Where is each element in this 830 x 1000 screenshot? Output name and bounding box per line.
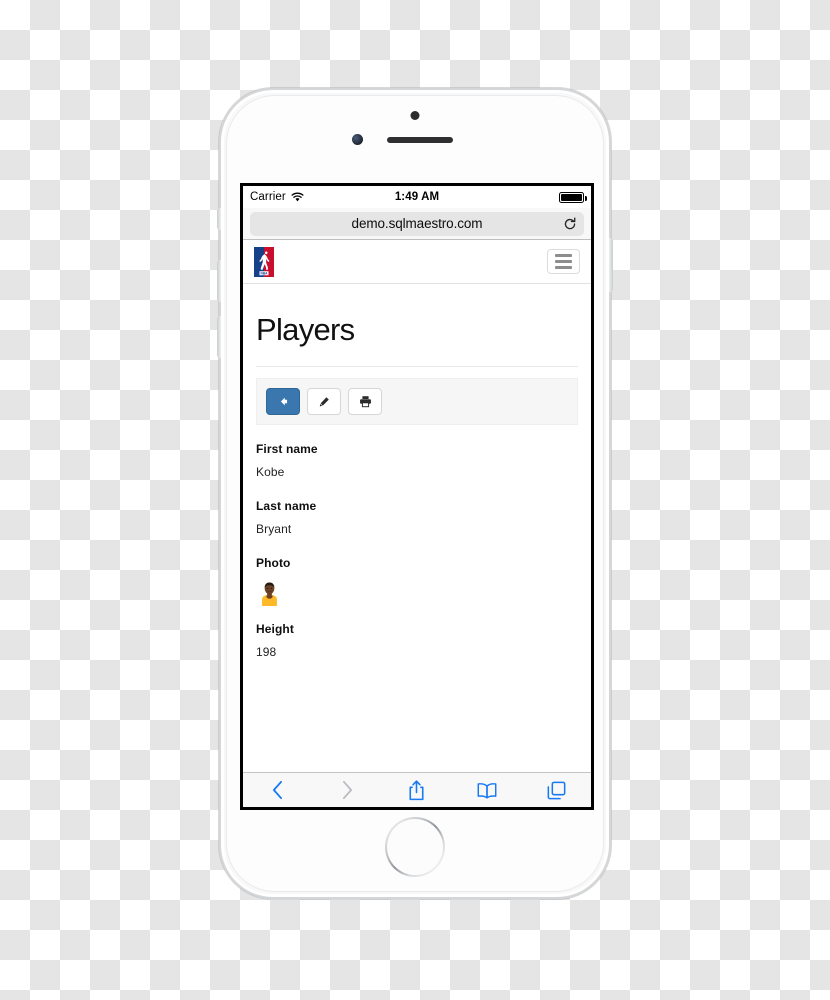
back-chevron-icon [273,780,283,800]
tabs-button[interactable] [521,781,591,800]
hamburger-bar [555,254,572,257]
field-photo: Photo [256,556,578,606]
phone-screen: Carrier 1:49 AM demo.sqlmaestro.com NBA … [240,183,594,810]
svg-text:NBA: NBA [260,271,268,275]
volume-up-button[interactable] [217,260,221,302]
record-fields: First name Kobe Last name Bryant Photo H… [256,442,578,659]
wifi-icon [291,192,304,202]
proximity-sensor-icon [410,111,420,120]
bookmarks-button[interactable] [452,782,522,799]
share-icon [409,779,425,800]
url-input[interactable]: demo.sqlmaestro.com [250,211,584,236]
field-label: First name [256,442,318,456]
battery-fill [561,193,582,201]
home-button[interactable] [385,817,445,877]
print-button[interactable] [348,388,382,415]
field-last-name: Last name Bryant [256,499,578,536]
tabs-icon [547,781,566,799]
bookmarks-book-icon [477,782,497,799]
hamburger-bar [555,266,572,269]
battery-icon [559,191,587,203]
field-first-name: First name Kobe [256,442,578,479]
printer-icon [359,396,371,408]
silent-switch[interactable] [217,208,221,230]
field-value: Kobe [256,465,285,479]
safari-bottom-toolbar [243,772,591,807]
field-height: Height 198 [256,622,578,659]
nba-logo[interactable]: NBA [254,246,274,277]
hamburger-bar [555,260,572,263]
site-navbar: NBA [243,240,591,284]
title-divider [256,366,578,367]
reload-icon[interactable] [563,216,577,231]
back-button[interactable] [266,388,300,415]
volume-down-button[interactable] [217,316,221,358]
status-bar: Carrier 1:49 AM [243,186,591,208]
hamburger-menu-icon[interactable] [547,249,580,274]
status-bar-clock: 1:49 AM [394,191,440,203]
browser-address-bar-container: demo.sqlmaestro.com [243,208,591,240]
player-photo-image [256,579,283,606]
field-value: Bryant [256,522,292,536]
power-button[interactable] [609,238,613,292]
record-action-toolbar [256,378,578,425]
edit-button[interactable] [307,388,341,415]
field-label: Height [256,622,294,636]
front-camera-icon [352,134,363,145]
carrier-label: Carrier [250,191,286,203]
field-value [256,579,578,606]
pencil-icon [319,396,329,406]
status-bar-left: Carrier [250,191,395,203]
arrow-left-icon [280,397,287,406]
browser-back-button[interactable] [243,780,313,800]
status-bar-right [439,191,587,203]
field-label: Photo [256,556,291,570]
forward-chevron-icon [342,780,352,800]
page-content: Players First name Kobe Last name Bryant… [243,284,591,772]
field-value: 198 [256,645,277,659]
url-text: demo.sqlmaestro.com [351,216,483,231]
browser-forward-button[interactable] [313,780,383,800]
page-title: Players [256,312,355,347]
field-label: Last name [256,499,317,513]
earpiece-speaker-icon [387,137,453,143]
share-button[interactable] [382,779,452,801]
phone-device-mockup: Carrier 1:49 AM demo.sqlmaestro.com NBA … [217,88,613,899]
web-page-viewport: NBA Players First name Kobe Last name Br… [243,240,591,807]
